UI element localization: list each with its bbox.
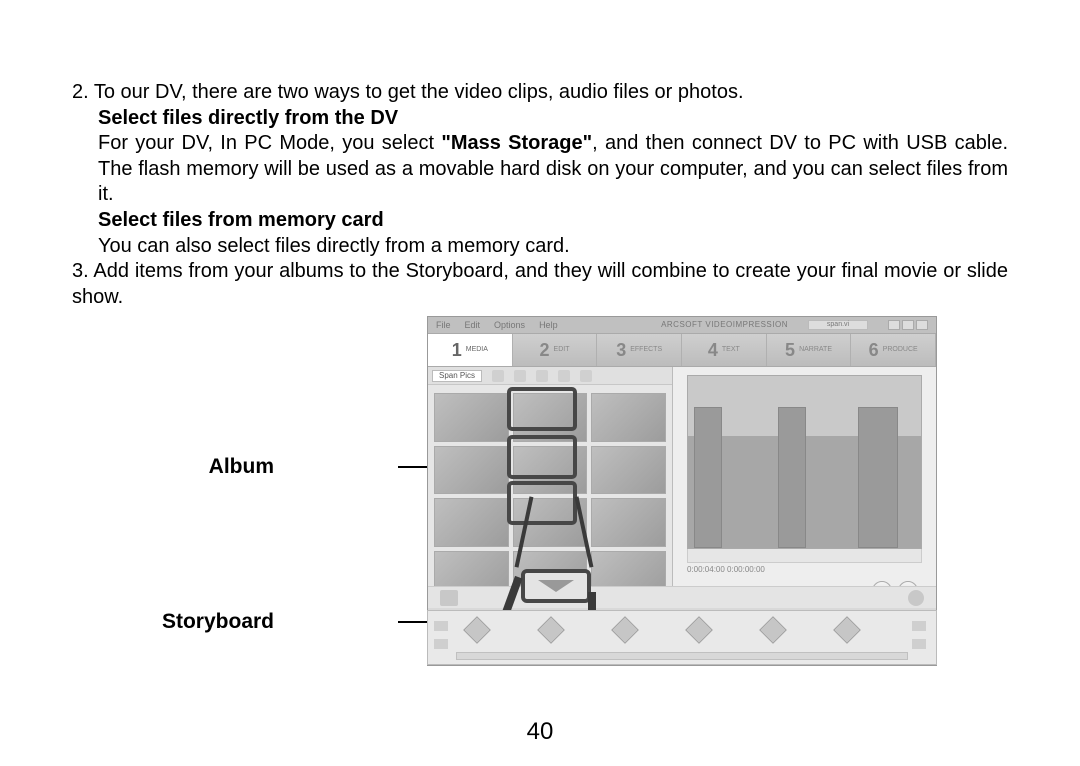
folder-icon[interactable]	[514, 370, 526, 382]
preview-panel: 0:00:04:00 0:00:00:00	[673, 367, 936, 607]
tab-label: MEDIA	[466, 346, 488, 355]
thumbnail[interactable]	[434, 498, 509, 547]
tab-narrate[interactable]: 5 NARRATE	[767, 334, 852, 366]
text-dv-a: For your DV, In PC Mode, you select	[98, 132, 441, 154]
document-name: span.vi	[808, 320, 868, 330]
thumbnail[interactable]	[434, 446, 509, 495]
figure: Album Storyboard File Edit Options Help …	[72, 316, 1008, 686]
menu-edit[interactable]: Edit	[465, 320, 481, 332]
storyboard-slot[interactable]	[463, 617, 491, 645]
scroll-right-buttons[interactable]	[912, 621, 930, 649]
app-title: ARCSOFT VIDEOIMPRESSION	[661, 320, 788, 330]
tab-media[interactable]: 1 MEDIA	[428, 334, 513, 366]
close-button[interactable]	[916, 320, 928, 330]
heading-select-card: Select files from memory card	[72, 208, 1008, 234]
step-tabs: 1 MEDIA 2 EDIT 3 EFFECTS 4 TEXT 5 NARRATE 6 PR…	[428, 333, 936, 367]
tab-label: EDIT	[554, 346, 570, 355]
tab-label: TEXT	[722, 346, 740, 355]
menu-file[interactable]: File	[436, 320, 451, 332]
tab-effects[interactable]: 3 EFFECTS	[597, 334, 682, 366]
preview-image	[687, 375, 922, 549]
disc-icon[interactable]	[908, 590, 924, 606]
tab-edit[interactable]: 2 EDIT	[513, 334, 598, 366]
tab-num: 1	[452, 339, 462, 362]
window-buttons	[888, 320, 928, 330]
camera-icon[interactable]	[536, 370, 548, 382]
album-name[interactable]: Span Pics	[432, 370, 482, 382]
tab-produce[interactable]: 6 PRODUCE	[851, 334, 936, 366]
storyboard-slot[interactable]	[759, 617, 787, 645]
tab-label: PRODUCE	[883, 346, 918, 355]
storyboard-slot[interactable]	[611, 617, 639, 645]
thumbnail[interactable]	[591, 498, 666, 547]
tab-text[interactable]: 4 TEXT	[682, 334, 767, 366]
storyboard-slot[interactable]	[537, 617, 565, 645]
paragraph-card: You can also select files directly from …	[72, 234, 1008, 260]
timeline-track[interactable]	[456, 652, 908, 660]
playback-scrubber[interactable]	[687, 549, 922, 563]
menu-help[interactable]: Help	[539, 320, 558, 332]
annotation-guide-lines	[512, 496, 602, 576]
paragraph-storyboard: 3. Add items from your albums to the Sto…	[72, 259, 1008, 310]
text-mass-storage: "Mass Storage"	[441, 132, 592, 154]
highlight-box	[507, 387, 577, 431]
tab-label: NARRATE	[799, 346, 832, 355]
paragraph-dv: For your DV, In PC Mode, you select "Mas…	[72, 131, 1008, 208]
sort-icon[interactable]	[558, 370, 570, 382]
maximize-button[interactable]	[902, 320, 914, 330]
menu-options[interactable]: Options	[494, 320, 525, 332]
tab-num: 3	[616, 339, 626, 362]
paragraph-intro: 2. To our DV, there are two ways to get …	[72, 80, 1008, 106]
thumbnail[interactable]	[434, 393, 509, 442]
minimize-button[interactable]	[888, 320, 900, 330]
trash-icon[interactable]	[440, 590, 458, 606]
annotation-album: Album	[209, 454, 274, 481]
thumbnail[interactable]	[591, 446, 666, 495]
page-number: 40	[0, 717, 1080, 748]
thumbnail[interactable]	[591, 393, 666, 442]
tab-num: 5	[785, 339, 795, 362]
tab-num: 2	[540, 339, 550, 362]
timecode: 0:00:04:00 0:00:00:00	[687, 563, 922, 577]
tab-num: 4	[708, 339, 718, 362]
storyboard-panel	[427, 610, 937, 665]
highlight-box	[507, 435, 577, 479]
dropdown-icon[interactable]	[492, 370, 504, 382]
menubar: File Edit Options Help ARCSOFT VIDEOIMPR…	[428, 317, 936, 333]
tab-label: EFFECTS	[630, 346, 662, 355]
heading-select-dv: Select files directly from the DV	[72, 106, 1008, 132]
scroll-left-buttons[interactable]	[434, 621, 452, 649]
refresh-icon[interactable]	[580, 370, 592, 382]
album-toolbar: Span Pics	[428, 367, 672, 385]
tab-num: 6	[869, 339, 879, 362]
annotation-storyboard: Storyboard	[162, 609, 274, 636]
storyboard-slot[interactable]	[685, 617, 713, 645]
chevron-down-icon	[538, 580, 574, 592]
storyboard-slot[interactable]	[833, 617, 861, 645]
